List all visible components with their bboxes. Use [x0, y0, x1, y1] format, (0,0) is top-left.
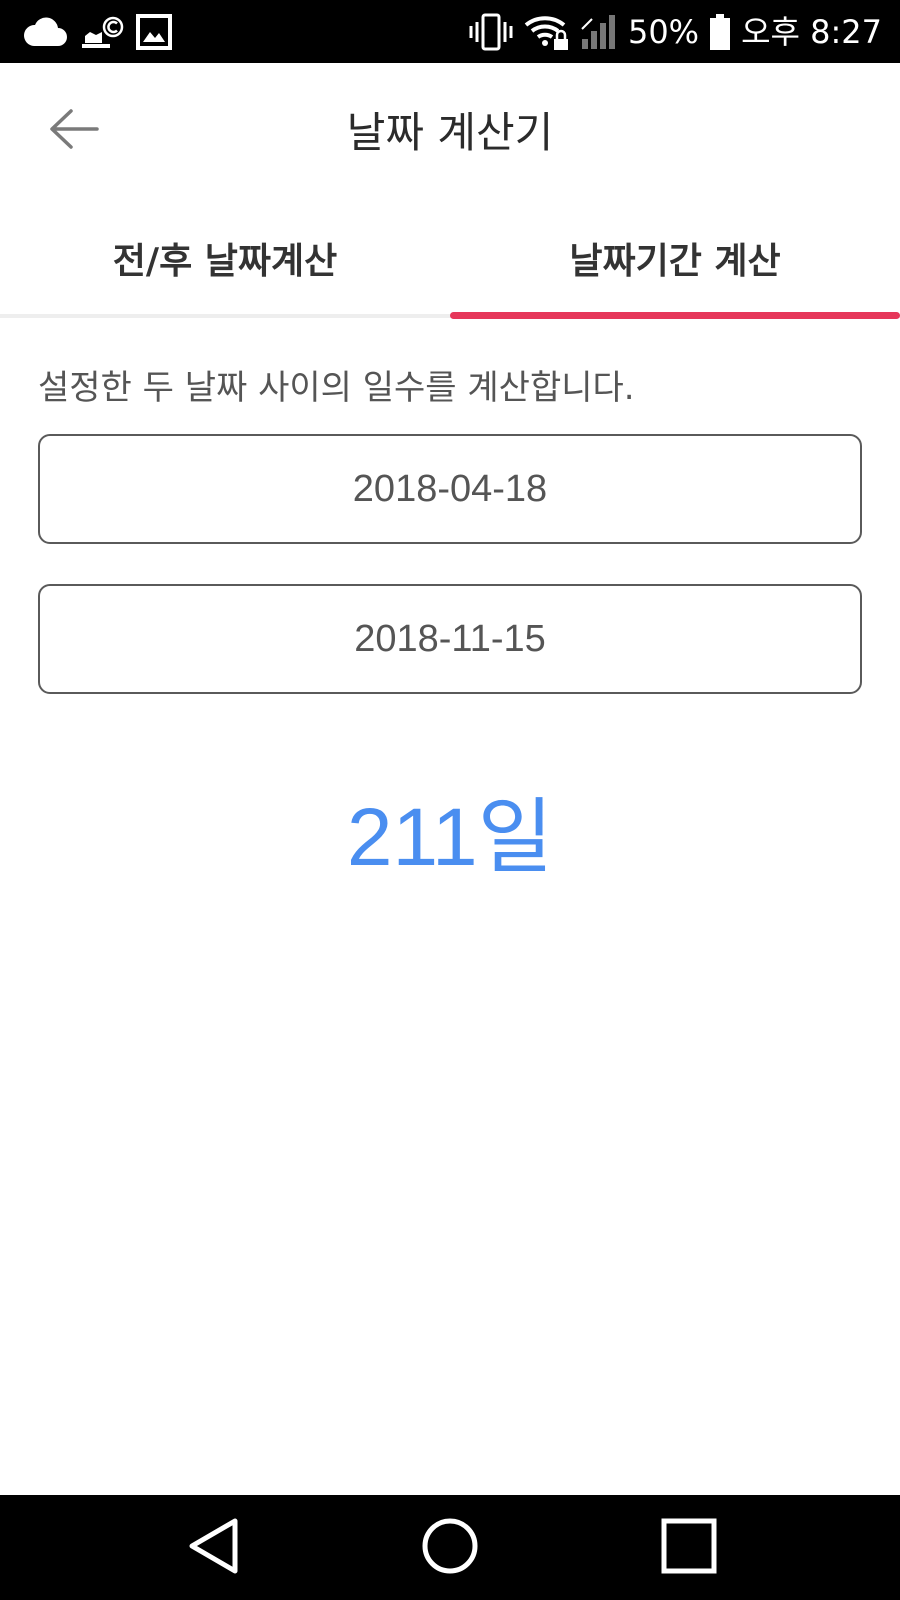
nav-back-icon: [185, 1516, 241, 1580]
nav-back-button[interactable]: [168, 1513, 258, 1583]
battery-icon: [709, 13, 731, 51]
tab-selected-indicator: [450, 312, 900, 319]
navigation-bar: [0, 1495, 900, 1600]
battery-percent: 50%: [627, 13, 700, 51]
nav-home-button[interactable]: [405, 1513, 495, 1583]
description-text: 설정한 두 날짜 사이의 일수를 계산합니다.: [38, 368, 635, 408]
screen: 50% 오후 8:27 날짜 계산기 전/후 날짜계산 날짜기간 계산 설정한 …: [0, 0, 900, 1600]
tab-date-period[interactable]: 날짜기간 계산: [450, 203, 900, 313]
clock: 오후 8:27: [741, 13, 882, 51]
image-icon: [136, 14, 172, 50]
tab-bar: 전/후 날짜계산 날짜기간 계산: [0, 203, 900, 320]
nav-home-icon: [420, 1516, 480, 1580]
status-bar: 50% 오후 8:27: [0, 0, 900, 63]
result-days: 211일: [346, 792, 554, 883]
tab-before-after-date[interactable]: 전/후 날짜계산: [0, 203, 450, 313]
status-bar-left: [22, 12, 184, 52]
vibrate-icon: [468, 13, 514, 51]
status-bar-right: 50% 오후 8:27: [458, 10, 882, 54]
page-title: 날짜 계산기: [346, 108, 554, 157]
cloud-icon: [22, 16, 68, 48]
end-date-field[interactable]: 2018-11-15: [38, 584, 862, 694]
signal-icon: [580, 13, 618, 51]
app-bar: 날짜 계산기: [0, 63, 900, 203]
nav-recents-button[interactable]: [644, 1513, 734, 1583]
start-date-field[interactable]: 2018-04-18: [38, 434, 862, 544]
notification-app-icon: [80, 14, 124, 50]
nav-recents-icon: [659, 1516, 719, 1580]
wifi-lock-icon: [524, 13, 570, 51]
